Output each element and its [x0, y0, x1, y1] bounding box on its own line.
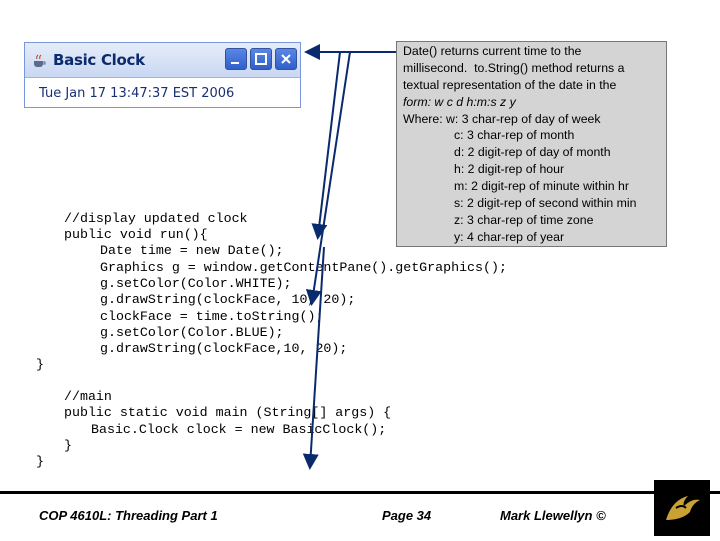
footer-page: Page 34: [382, 508, 432, 523]
footer-author: Mark Llewellyn ©: [500, 508, 606, 523]
ucf-pegasus-logo: [654, 480, 710, 536]
arrow-to-drawstring: [302, 246, 325, 470]
arrow-to-tostring-call: [305, 51, 351, 306]
pegasus-logo-icon: [666, 496, 700, 520]
footer-course: COP 4610L: Threading Part 1: [39, 508, 218, 523]
footer-divider: [0, 491, 720, 494]
callout-arrows: [302, 44, 396, 470]
